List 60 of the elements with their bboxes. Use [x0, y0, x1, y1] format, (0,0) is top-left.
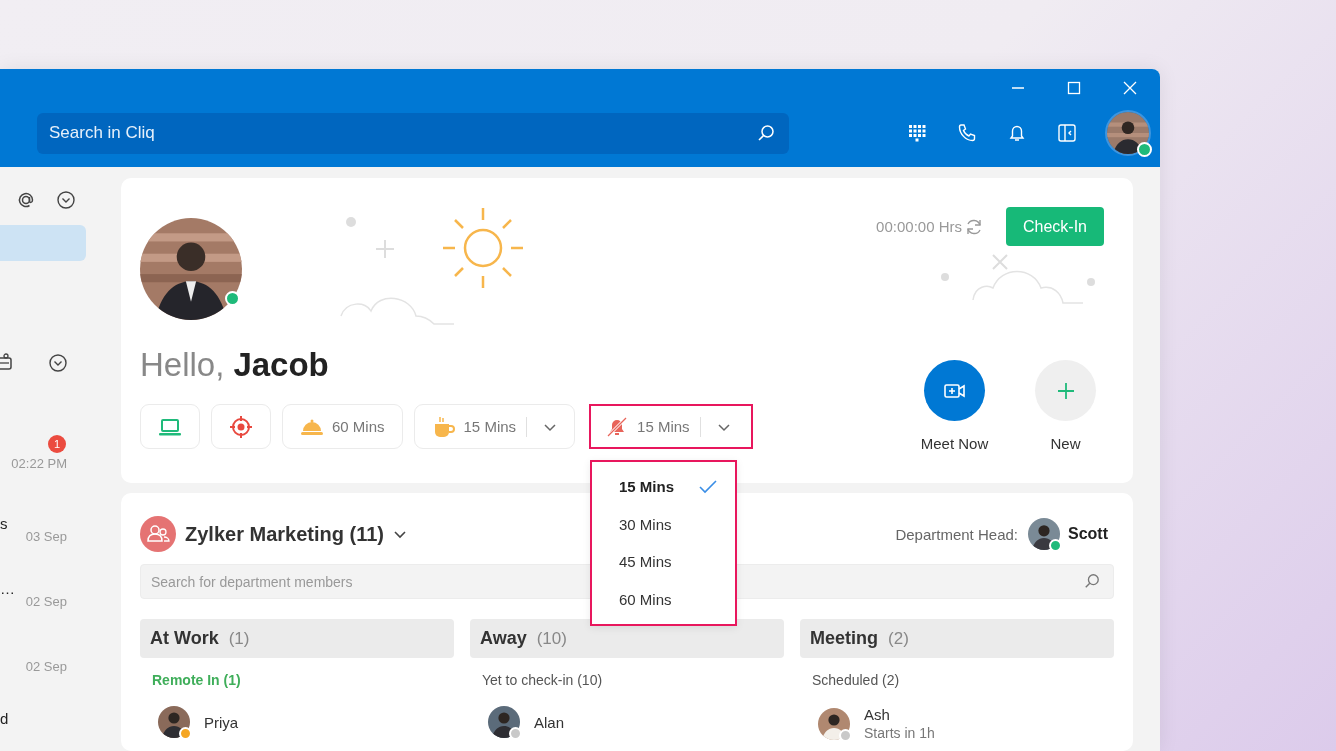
status-chip[interactable]: 15 Mins: [589, 404, 753, 449]
unread-count: 1: [48, 435, 66, 453]
check-icon: [699, 479, 717, 494]
phone-icon[interactable]: [957, 123, 977, 143]
group-icon: [140, 516, 176, 552]
greeting-text: Hello,: [140, 346, 225, 384]
presence-dot: [1049, 539, 1062, 552]
mention-icon[interactable]: [16, 190, 36, 210]
plus-icon: [1056, 381, 1075, 400]
meet-now-button[interactable]: [924, 360, 985, 421]
member-note: Starts in 1h: [864, 725, 935, 741]
action-label: New: [1050, 435, 1081, 452]
laptop-icon: [158, 416, 182, 437]
chat-time: 02 Sep: [25, 594, 67, 609]
video-camera-icon: [943, 382, 966, 399]
refresh-icon[interactable]: [965, 217, 983, 236]
search-icon[interactable]: [757, 123, 775, 142]
group-label: Scheduled (2): [812, 672, 901, 688]
chat-time: 03 Sep: [25, 529, 67, 544]
dialpad-icon[interactable]: [907, 123, 927, 143]
head-name[interactable]: Scott: [1068, 525, 1108, 543]
status-chip[interactable]: 60 Mins: [282, 404, 403, 449]
department-name[interactable]: Zylker Marketing (11): [185, 522, 384, 546]
menu-item[interactable]: 15 Mins: [592, 468, 735, 506]
chat-name[interactable]: …: [0, 580, 15, 597]
chat-time: 02:22 PM: [11, 456, 67, 471]
head-label: Department Head:: [895, 525, 1018, 543]
panel-icon[interactable]: [1057, 123, 1077, 143]
status-chip[interactable]: 15 Mins: [413, 404, 576, 449]
search-icon[interactable]: [1084, 573, 1100, 589]
target-icon: [229, 414, 253, 439]
bell-icon[interactable]: [1007, 123, 1027, 143]
status-chip[interactable]: [211, 404, 271, 449]
action-label: Meet Now: [920, 435, 989, 452]
group-label: Yet to check-in (10): [482, 672, 604, 688]
user-name: Jacob: [233, 346, 329, 384]
menu-item[interactable]: 30 Mins: [592, 505, 735, 543]
column-header: Away (10): [470, 619, 784, 658]
member-name[interactable]: Priya: [204, 713, 239, 731]
column-header: Meeting (2): [800, 619, 1114, 658]
maximize-icon[interactable]: [1067, 81, 1081, 95]
presence-dot: [1137, 142, 1152, 157]
member-name[interactable]: Ash: [864, 706, 935, 723]
chevron-down-icon[interactable]: [56, 190, 76, 210]
close-icon[interactable]: [1123, 81, 1137, 95]
member-name[interactable]: Alan: [534, 713, 565, 731]
status-chip[interactable]: [140, 404, 200, 449]
user-avatar[interactable]: [1105, 110, 1151, 156]
timer-text: 00:00:00 Hrs: [876, 218, 962, 235]
chat-name[interactable]: s: [0, 515, 8, 532]
group-label: Remote In (1): [152, 672, 242, 688]
bot-icon[interactable]: [0, 353, 12, 373]
presence-dot: [225, 291, 240, 306]
chevron-down-icon[interactable]: [48, 353, 68, 373]
bell-off-icon: [605, 414, 630, 439]
caret-icon[interactable]: [392, 529, 407, 539]
search-field[interactable]: Search in Cliq: [37, 112, 789, 154]
chat-time: 02 Sep: [25, 659, 67, 674]
chat-name[interactable]: d: [0, 710, 9, 727]
column-header: At Work (1): [140, 619, 454, 658]
